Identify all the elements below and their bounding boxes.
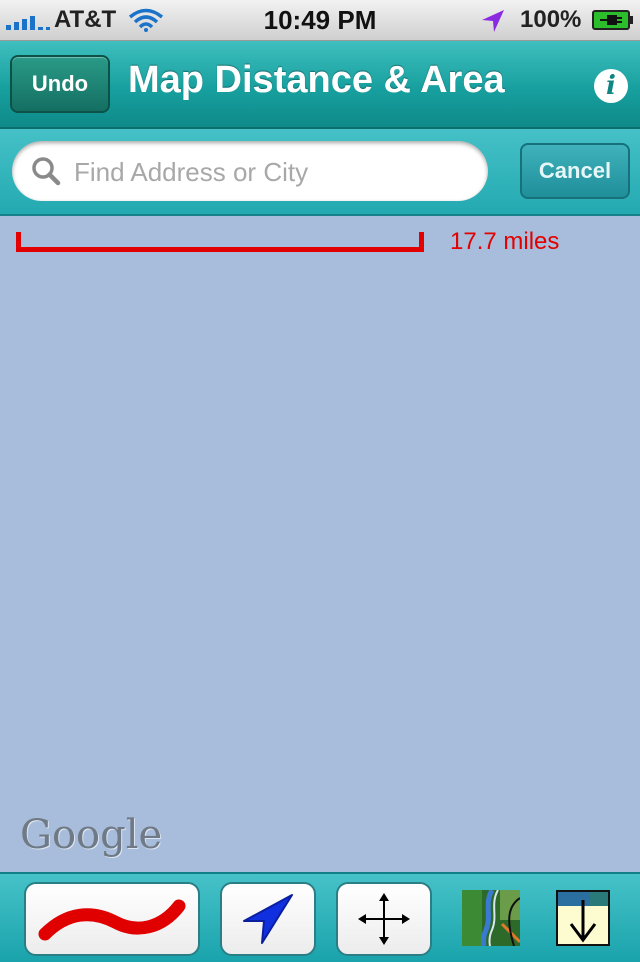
search-input[interactable] (72, 151, 476, 193)
info-icon[interactable]: i (594, 69, 628, 103)
locate-button[interactable] (220, 882, 316, 956)
wifi-icon (128, 8, 164, 32)
google-logo: Google (20, 812, 163, 858)
map-view[interactable]: 17.7 miles Google (0, 216, 640, 872)
undo-button[interactable]: Undo (10, 55, 110, 113)
battery-charging-icon (592, 10, 633, 30)
cancel-button[interactable]: Cancel (520, 143, 630, 199)
map-type-icon[interactable] (462, 890, 520, 946)
battery-percent: 100% (520, 6, 582, 33)
carrier-label: AT&T (54, 6, 117, 33)
bottom-toolbar (0, 872, 640, 962)
search-bar: Cancel (0, 129, 640, 216)
status-bar: AT&T 10:49 PM 100% (0, 0, 640, 41)
download-icon[interactable] (556, 890, 610, 946)
scale-bar (16, 230, 424, 252)
draw-line-icon (38, 899, 186, 941)
draw-tool-button[interactable] (24, 882, 200, 956)
page-title: Map Distance & Area (128, 59, 505, 101)
search-icon (32, 157, 61, 186)
nav-header: Undo Map Distance & Area i (0, 41, 640, 129)
status-time: 10:49 PM (263, 5, 377, 35)
scale-label: 17.7 miles (450, 228, 560, 255)
location-arrow-icon (482, 10, 504, 32)
search-field[interactable] (12, 141, 488, 201)
signal-bars-icon (6, 16, 50, 30)
location-arrow-icon (243, 894, 293, 944)
pan-move-icon (358, 893, 410, 945)
pan-tool-button[interactable] (336, 882, 432, 956)
